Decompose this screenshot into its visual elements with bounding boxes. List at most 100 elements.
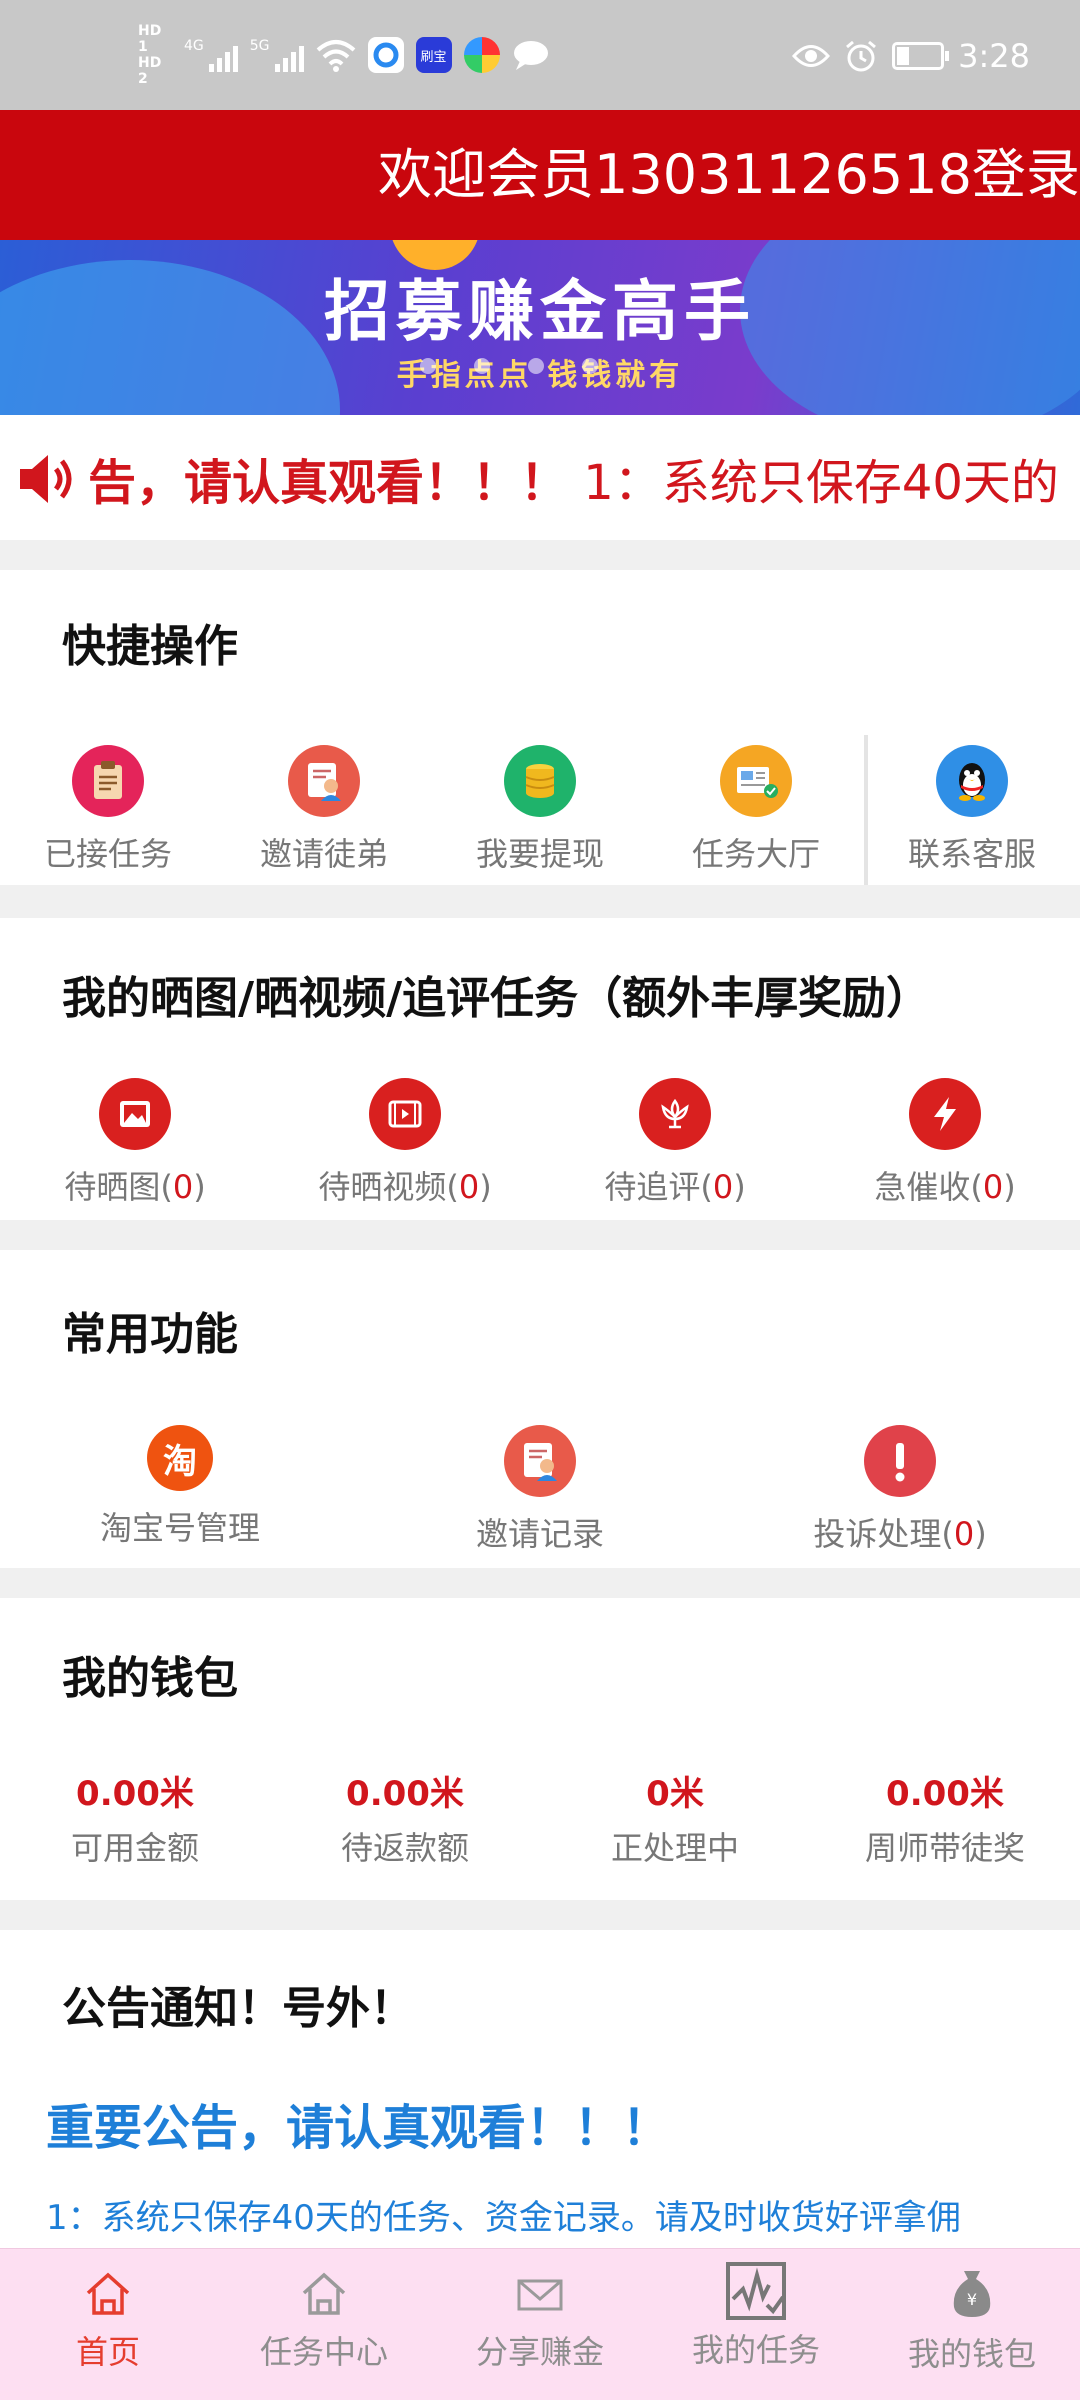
wallet-label: 正处理中	[610, 1829, 739, 1867]
wallet-pending-refund[interactable]: 0.00米 待返款额	[270, 1766, 540, 1869]
hd-indicator: HD 1 HD 2	[138, 23, 172, 87]
nav-my-tasks[interactable]: 我的任务	[648, 2249, 864, 2400]
chart-task-icon	[726, 2262, 786, 2320]
signal-icon-2: 5G	[250, 38, 304, 72]
wallet-available[interactable]: 0.00米 可用金额	[0, 1766, 270, 1869]
quick-action-invite-apprentice[interactable]: 邀请徒弟	[216, 745, 432, 875]
pinwheel-icon	[463, 37, 500, 73]
shuabao-icon: 刷宝	[415, 37, 452, 73]
alarm-icon	[846, 40, 877, 72]
wallet-value: 0.00米	[346, 1774, 464, 1814]
pending-video-label: 待晒视频(0)	[318, 1168, 492, 1206]
complaint-handling[interactable]: 投诉处理(0)	[720, 1425, 1080, 1555]
svg-text:¥: ¥	[967, 2290, 977, 2309]
pending-video-review[interactable]: 待晒视频(0)	[270, 1078, 540, 1208]
section-title: 我的晒图/晒视频/追评任务（额外丰厚奖励）	[62, 973, 931, 1024]
quick-action-label: 邀请徒弟	[259, 835, 388, 873]
quick-actions-section: 快捷操作 已接任务 邀请徒弟 我要提现 任务大厅 联系客服	[0, 570, 1080, 885]
image-icon	[99, 1078, 171, 1150]
eye-icon	[792, 45, 831, 67]
wallet-value: 0米	[646, 1774, 704, 1814]
nav-my-wallet[interactable]: ¥ 我的钱包	[864, 2249, 1080, 2400]
status-right: 3:28	[792, 36, 1030, 76]
urgent-collection[interactable]: 急催收(0)	[810, 1078, 1080, 1208]
taobao-icon: 淘	[147, 1425, 213, 1491]
notice-headline[interactable]: 重要公告，请认真观看！！！	[46, 2088, 670, 2158]
coins-icon	[504, 745, 576, 817]
nav-label: 我的任务	[691, 2331, 820, 2369]
complaint-count: 0	[953, 1515, 975, 1553]
common-functions-section: 常用功能 淘 淘宝号管理 邀请记录 投诉处理(0)	[0, 1250, 1080, 1568]
wallet-label: 周师带徒奖	[864, 1829, 1025, 1867]
wifi-icon	[316, 40, 355, 72]
function-label: 淘宝号管理	[99, 1509, 260, 1547]
nav-label: 任务中心	[259, 2333, 388, 2371]
invite-record-icon	[504, 1425, 576, 1497]
net2-label: 5G	[249, 38, 270, 54]
quick-action-label: 已接任务	[43, 835, 172, 873]
wallet-section: 我的钱包 0.00米 可用金额 0.00米 待返款额 0米 正处理中 0.00米…	[0, 1598, 1080, 1900]
banner-title: 招募赚金高手	[324, 273, 756, 350]
quick-action-withdraw[interactable]: 我要提现	[432, 745, 648, 875]
battery-icon	[892, 42, 950, 70]
status-left: HD 1 HD 2 4G 5G 刷宝	[138, 23, 550, 87]
quick-action-task-hall[interactable]: 任务大厅	[648, 745, 864, 875]
section-title: 常用功能	[62, 1309, 238, 1360]
section-title: 我的钱包	[62, 1653, 238, 1704]
pending-follow-up-count: 0	[712, 1168, 734, 1206]
function-label: 邀请记录	[475, 1515, 604, 1553]
marquee-text: 告，请认真观看！！！ 1：系统只保存40天的	[88, 443, 1059, 513]
browser-icon	[367, 37, 404, 73]
pending-follow-up-review[interactable]: 待追评(0)	[540, 1078, 810, 1208]
chat-icon	[513, 41, 548, 70]
urgent-collection-label: 急催收(0)	[874, 1168, 1016, 1206]
welcome-banner: 欢迎会员13031126518登录!	[0, 110, 1080, 240]
envelope-icon	[517, 2279, 563, 2311]
quick-action-contact-support[interactable]: 联系客服	[864, 735, 1080, 885]
clock: 3:28	[958, 37, 1030, 75]
welcome-text: 欢迎会员13031126518登录!	[378, 143, 1080, 206]
nav-label: 我的钱包	[907, 2335, 1036, 2373]
money-bag-icon: ¥	[953, 2271, 991, 2317]
bottom-nav: 首页 任务中心 分享赚金 我的任务 ¥ 我的钱包	[0, 2248, 1080, 2400]
pending-photo-review[interactable]: 待晒图(0)	[0, 1078, 270, 1208]
complaint-label: 投诉处理(0)	[813, 1515, 987, 1553]
clipboard-icon	[72, 745, 144, 817]
promo-banner[interactable]: 招募赚金高手 手指点点 钱钱就有	[0, 240, 1080, 415]
app-screen: HD 1 HD 2 4G 5G 刷宝 3:28 欢迎会员13031126518登…	[0, 0, 1080, 2400]
wallet-weekly-mentor-bonus[interactable]: 0.00米 周师带徒奖	[810, 1766, 1080, 1869]
quick-action-accepted-tasks[interactable]: 已接任务	[0, 745, 216, 875]
section-title: 快捷操作	[62, 621, 238, 672]
signal-icon: 4G	[184, 38, 238, 72]
quick-action-label: 任务大厅	[691, 835, 820, 873]
invite-records[interactable]: 邀请记录	[360, 1425, 720, 1555]
pending-video-count: 0	[458, 1168, 480, 1206]
flower-icon	[639, 1078, 711, 1150]
urgent-collection-count: 0	[982, 1168, 1004, 1206]
pending-follow-up-label: 待追评(0)	[604, 1168, 746, 1206]
wallet-value: 0.00米	[76, 1774, 194, 1814]
net1-label: 4G	[184, 38, 204, 54]
taobao-account-management[interactable]: 淘 淘宝号管理	[0, 1425, 360, 1555]
invite-icon	[288, 745, 360, 817]
wallet-label: 可用金额	[70, 1829, 199, 1867]
section-title: 公告通知！号外！	[62, 1983, 414, 2034]
hd1-label: HD 1	[138, 23, 162, 55]
nav-share-earn[interactable]: 分享赚金	[432, 2249, 648, 2400]
carousel-dots[interactable]	[420, 358, 598, 374]
taobao-glyph: 淘	[163, 1441, 197, 1482]
quick-action-label: 联系客服	[907, 835, 1036, 873]
pending-photo-label: 待晒图(0)	[64, 1168, 206, 1206]
quick-action-label: 我要提现	[475, 835, 604, 873]
nav-task-center[interactable]: 任务中心	[216, 2249, 432, 2400]
showcase-tasks-section: 我的晒图/晒视频/追评任务（额外丰厚奖励） 待晒图(0) 待晒视频(0) 待追评…	[0, 918, 1080, 1220]
nav-label: 分享赚金	[475, 2333, 604, 2371]
notice-line: 1：系统只保存40天的任务、资金记录。请及时收货好评拿佣	[46, 2198, 961, 2238]
wallet-processing[interactable]: 0米 正处理中	[540, 1766, 810, 1869]
lightning-icon	[909, 1078, 981, 1150]
nav-home[interactable]: 首页	[0, 2249, 216, 2400]
announcement-marquee[interactable]: 告，请认真观看！！！ 1：系统只保存40天的	[0, 415, 1080, 540]
pending-photo-count: 0	[172, 1168, 194, 1206]
newspaper-icon	[720, 745, 792, 817]
notice-section: 公告通知！号外！ 重要公告，请认真观看！！！ 1：系统只保存40天的任务、资金记…	[0, 1930, 1080, 2260]
